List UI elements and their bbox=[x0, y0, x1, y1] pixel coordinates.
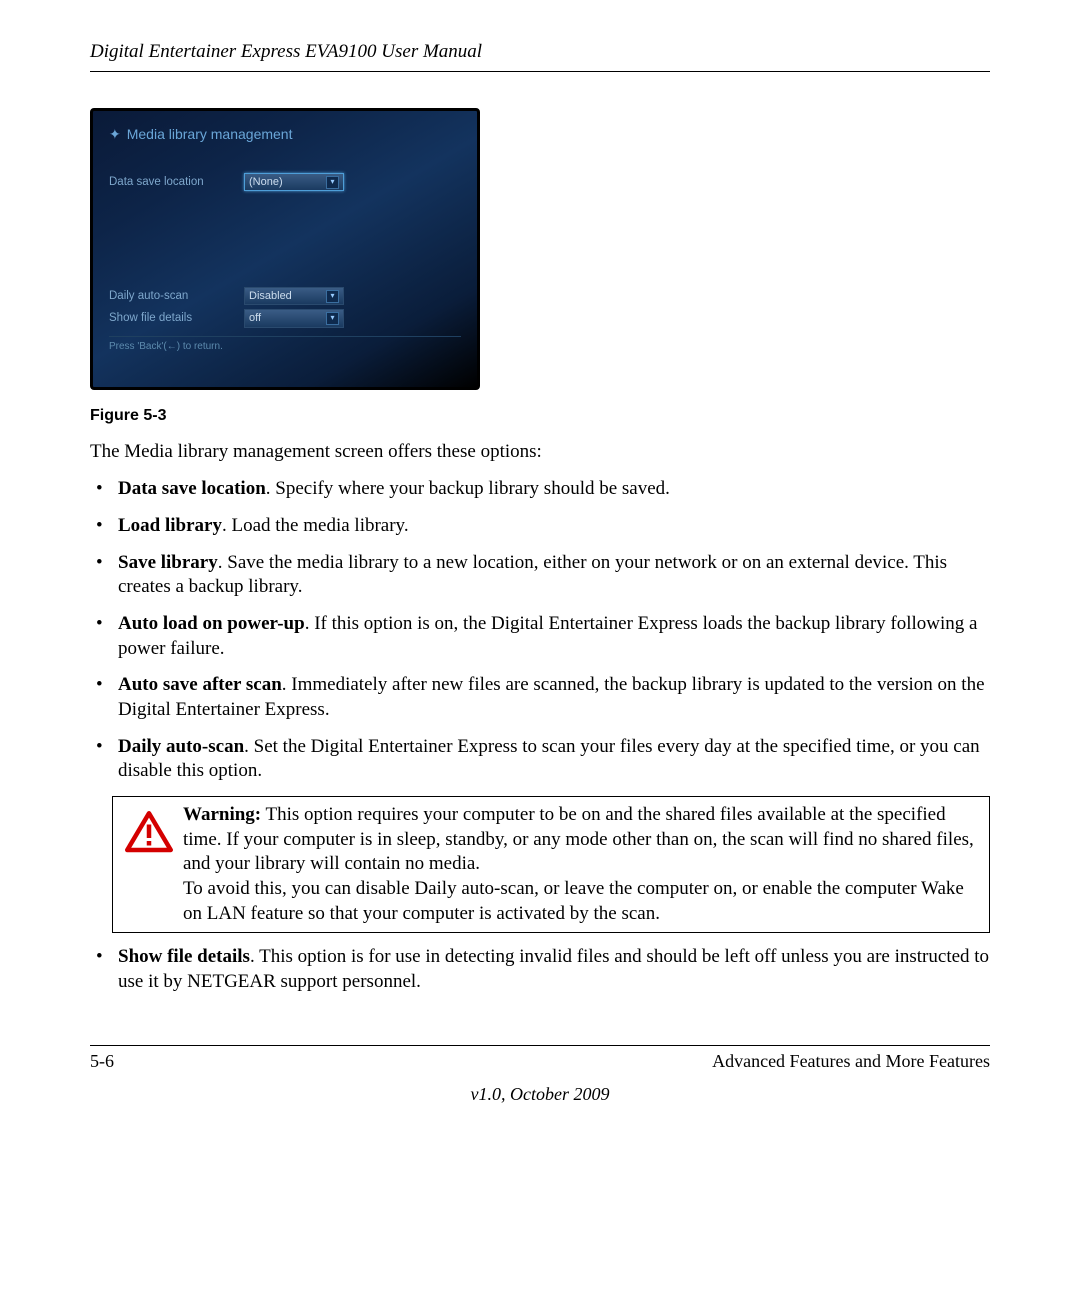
desc: . Save the media library to a new locati… bbox=[118, 552, 947, 598]
dropdown-daily-auto-scan-value: Disabled bbox=[249, 289, 292, 303]
bullet-daily-auto-scan: Daily auto-scan. Set the Digital Enterta… bbox=[114, 735, 990, 784]
dropdown-show-file-details-value: off bbox=[249, 311, 261, 325]
term: Load library bbox=[118, 515, 222, 536]
warning-box: Warning: This option requires your compu… bbox=[112, 796, 990, 933]
chevron-down-icon: ▾ bbox=[326, 312, 339, 325]
term: Auto load on power-up bbox=[118, 613, 305, 634]
dropdown-show-file-details[interactable]: off ▾ bbox=[244, 309, 344, 327]
chevron-down-icon: ▾ bbox=[326, 290, 339, 303]
label-data-save: Data save location bbox=[109, 175, 244, 190]
intro-text: The Media library management screen offe… bbox=[90, 440, 990, 465]
bullet-list: Data save location. Specify where your b… bbox=[90, 477, 990, 784]
bullet-save-library: Save library. Save the media library to … bbox=[114, 551, 990, 600]
section-name: Advanced Features and More Features bbox=[712, 1050, 990, 1073]
bullet-load-library: Load library. Load the media library. bbox=[114, 514, 990, 539]
label-show-file-details: Show file details bbox=[109, 311, 244, 326]
dropdown-data-save-value: (None) bbox=[249, 175, 283, 189]
figure-caption: Figure 5-3 bbox=[90, 406, 990, 427]
chevron-down-icon: ▾ bbox=[326, 176, 339, 189]
warning-icon bbox=[125, 811, 173, 861]
term: Show file details bbox=[118, 946, 250, 967]
bullet-data-save: Data save location. Specify where your b… bbox=[114, 477, 990, 502]
bullet-auto-load: Auto load on power-up. If this option is… bbox=[114, 612, 990, 661]
version-line: v1.0, October 2009 bbox=[90, 1083, 990, 1106]
bullet-auto-save: Auto save after scan. Immediately after … bbox=[114, 673, 990, 722]
term: Daily auto-scan bbox=[118, 736, 244, 757]
row-data-save: Data save location (None) ▾ bbox=[109, 173, 461, 191]
warning-text: Warning: This option requires your compu… bbox=[183, 803, 979, 926]
screenshot-title-text: Media library management bbox=[127, 126, 293, 142]
screenshot-media-library: ✦ Media library management Data save loca… bbox=[90, 108, 480, 390]
dropdown-daily-auto-scan[interactable]: Disabled ▾ bbox=[244, 287, 344, 305]
page-header: Digital Entertainer Express EVA9100 User… bbox=[90, 40, 990, 72]
page-footer: 5-6 Advanced Features and More Features bbox=[90, 1045, 990, 1073]
warning-body-1: This option requires your computer to be… bbox=[183, 804, 974, 874]
warning-label: Warning: bbox=[183, 804, 261, 825]
dropdown-data-save[interactable]: (None) ▾ bbox=[244, 173, 344, 191]
row-daily-auto-scan: Daily auto-scan Disabled ▾ bbox=[109, 287, 461, 305]
bullet-list-2: Show file details. This option is for us… bbox=[90, 945, 990, 994]
screenshot-hint: Press 'Back'(←) to return. bbox=[109, 336, 461, 353]
term: Save library bbox=[118, 552, 218, 573]
row-show-file-details: Show file details off ▾ bbox=[109, 309, 461, 327]
desc: . Specify where your backup library shou… bbox=[266, 478, 670, 499]
screenshot-title: ✦ Media library management bbox=[109, 125, 461, 143]
label-daily-auto-scan: Daily auto-scan bbox=[109, 289, 244, 304]
page-number: 5-6 bbox=[90, 1050, 114, 1073]
bullet-show-file-details: Show file details. This option is for us… bbox=[114, 945, 990, 994]
plus-icon: ✦ bbox=[109, 126, 121, 142]
term: Data save location bbox=[118, 478, 266, 499]
warning-body-2: To avoid this, you can disable Daily aut… bbox=[183, 877, 979, 926]
desc: . Set the Digital Entertainer Express to… bbox=[118, 736, 980, 782]
desc: . Load the media library. bbox=[222, 515, 409, 536]
term: Auto save after scan bbox=[118, 674, 282, 695]
